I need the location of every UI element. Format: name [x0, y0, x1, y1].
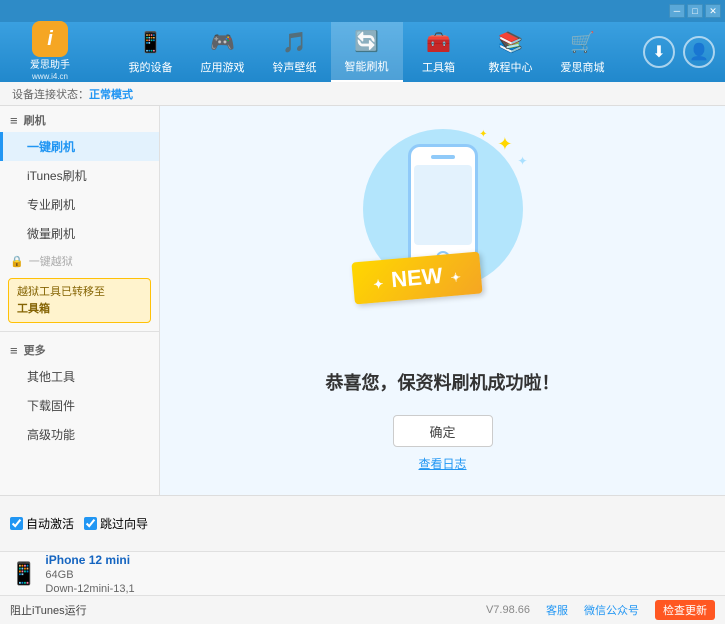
flash-section-icon: ≡ [10, 113, 18, 128]
sidebar-more-section: ≡ 更多 [0, 336, 159, 362]
device-model: Down-12mini-13,1 [45, 583, 134, 595]
success-text: 恭喜您，保资料刷机成功啦！ [326, 369, 560, 395]
auto-activate-checkbox[interactable]: 自动激活 [10, 515, 74, 532]
nav-smart-flash-label: 智能刷机 [345, 58, 389, 74]
sparkle-icon: ✦ [497, 134, 512, 155]
refresh-icon: 🔄 [354, 29, 379, 54]
logo[interactable]: i 爱思助手 www.i4.cn [10, 21, 90, 82]
bottom-panel: 自动激活 跳过向导 📱 iPhone 12 mini 64GB Down-12m… [0, 495, 725, 624]
statusbar: 设备连接状态： 正常模式 [0, 82, 725, 106]
nav-store-label: 爱思商城 [561, 59, 605, 75]
user-button[interactable]: 👤 [683, 36, 715, 68]
sidebar-flash-section: ≡ 刷机 [0, 106, 159, 132]
skip-wizard-checkbox[interactable]: 跳过向导 [84, 515, 148, 532]
sidebar-item-micro-flash[interactable]: 微量刷机 [0, 219, 159, 248]
device-phone-icon: 📱 [10, 561, 37, 587]
navbar: i 爱思助手 www.i4.cn 📱 我的设备 🎮 应用游戏 🎵 铃声壁纸 🔄 … [0, 22, 725, 82]
bottom-actions-row: 阻止iTunes运行 V7.98.66 客服 微信公众号 检查更新 [0, 596, 725, 624]
sidebar-notice: 越狱工具已转移至 工具箱 [8, 278, 151, 323]
nav-ringtone-label: 铃声壁纸 [273, 59, 317, 75]
nav-app-games[interactable]: 🎮 应用游戏 [187, 22, 259, 82]
main: ≡ 刷机 一键刷机 iTunes刷机 专业刷机 微量刷机 🔒 一键越狱 越狱工具… [0, 106, 725, 495]
more-section-icon: ≡ [10, 343, 18, 358]
maximize-button[interactable]: □ [687, 4, 703, 18]
phone-icon: 📱 [138, 30, 163, 55]
wechat-link[interactable]: 微信公众号 [584, 602, 639, 618]
sidebar-item-download-fw[interactable]: 下载固件 [0, 391, 159, 420]
nav-tools[interactable]: 🧰 工具箱 [403, 22, 475, 82]
nav-ringtone[interactable]: 🎵 铃声壁纸 [259, 22, 331, 82]
device-info-col: iPhone 12 mini 64GB Down-12mini-13,1 [45, 553, 134, 595]
sidebar-divider [0, 331, 159, 332]
logo-icon: i [32, 21, 68, 57]
status-label: 设备连接状态： [12, 86, 89, 102]
book-icon: 📚 [498, 30, 523, 55]
update-button[interactable]: 检查更新 [655, 600, 715, 620]
gamepad-icon: 🎮 [210, 30, 235, 55]
minimize-button[interactable]: ─ [669, 4, 685, 18]
bottom-left: 自动激活 跳过向导 [10, 515, 148, 532]
nav-right: ⬇ 👤 [643, 36, 715, 68]
confirm-button[interactable]: 确定 [393, 415, 493, 447]
logo-url: www.i4.cn [30, 72, 70, 82]
auto-activate-input[interactable] [10, 517, 23, 530]
nav-smart-flash[interactable]: 🔄 智能刷机 [331, 22, 403, 82]
new-badge: ✦ NEW ✦ [351, 252, 482, 305]
view-log-link[interactable]: 查看日志 [418, 455, 466, 472]
download-button[interactable]: ⬇ [643, 36, 675, 68]
close-button[interactable]: ✕ [705, 4, 721, 18]
music-icon: 🎵 [282, 30, 307, 55]
sidebar-item-advanced[interactable]: 高级功能 [0, 420, 159, 449]
sidebar-item-pro-flash[interactable]: 专业刷机 [0, 190, 159, 219]
sidebar-item-itunes-flash[interactable]: iTunes刷机 [0, 161, 159, 190]
device-storage: 64GB [45, 569, 134, 581]
bottom-device-row: 自动激活 跳过向导 [0, 496, 725, 552]
nav-tutorial-label: 教程中心 [489, 59, 533, 75]
service-link[interactable]: 客服 [546, 602, 568, 618]
nav-my-device-label: 我的设备 [129, 59, 173, 75]
cart-icon: 🛒 [570, 30, 595, 55]
sparkle2-icon: ✦ [517, 154, 527, 168]
toolbox-icon: 🧰 [426, 30, 451, 55]
nav-items: 📱 我的设备 🎮 应用游戏 🎵 铃声壁纸 🔄 智能刷机 🧰 工具箱 📚 教程中心… [100, 22, 633, 82]
stop-itunes-button[interactable]: 阻止iTunes运行 [10, 602, 87, 618]
phone-screen [414, 165, 472, 245]
lock-icon: 🔒 [10, 255, 24, 268]
sidebar-locked-jailbreak: 🔒 一键越狱 [0, 248, 159, 274]
sparkle3-icon: ✦ [479, 129, 487, 140]
nav-app-games-label: 应用游戏 [201, 59, 245, 75]
nav-store[interactable]: 🛒 爱思商城 [547, 22, 619, 82]
skip-wizard-input[interactable] [84, 517, 97, 530]
bottom-right: V7.98.66 客服 微信公众号 检查更新 [486, 600, 715, 620]
nav-tools-label: 工具箱 [422, 59, 455, 75]
version-label: V7.98.66 [486, 604, 530, 616]
titlebar: ─ □ ✕ [0, 0, 725, 22]
logo-name: 爱思助手 [30, 59, 70, 72]
phone-speaker [431, 155, 455, 159]
content-area: ✦ ✦ ✦ ✦ NEW ✦ 恭喜您，保资料刷机成功啦！ 确定 查看日志 [160, 106, 725, 495]
device-info-row: 📱 iPhone 12 mini 64GB Down-12mini-13,1 [0, 552, 725, 596]
nav-my-device[interactable]: 📱 我的设备 [115, 22, 187, 82]
sidebar-item-other-tools[interactable]: 其他工具 [0, 362, 159, 391]
device-name: iPhone 12 mini [45, 553, 134, 567]
nav-tutorial[interactable]: 📚 教程中心 [475, 22, 547, 82]
phone-illustration: ✦ ✦ ✦ ✦ NEW ✦ [353, 129, 533, 349]
status-value: 正常模式 [89, 86, 133, 102]
sidebar-item-one-click[interactable]: 一键刷机 [0, 132, 159, 161]
sidebar: ≡ 刷机 一键刷机 iTunes刷机 专业刷机 微量刷机 🔒 一键越狱 越狱工具… [0, 106, 160, 495]
